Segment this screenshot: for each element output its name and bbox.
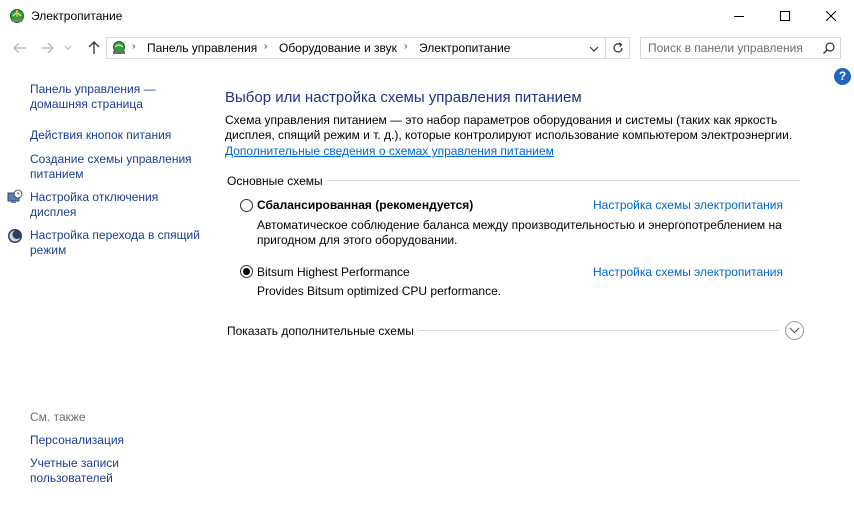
display-timer-icon (7, 189, 23, 203)
plan-radio-bitsum[interactable] (240, 265, 253, 278)
sidebar-link-display-off[interactable]: Настройка отключения дисплея (30, 190, 200, 220)
sleep-moon-icon (8, 229, 22, 243)
search-box[interactable] (640, 37, 841, 59)
sidebar-link-user-accounts[interactable]: Учетные записи пользователей (30, 456, 140, 486)
navigation-bar: › Панель управления › Оборудование и зву… (0, 33, 854, 63)
maximize-button[interactable] (762, 0, 808, 32)
window-title: Электропитание (31, 9, 123, 23)
arrow-right-icon (41, 42, 54, 54)
plan-settings-link-bitsum[interactable]: Настройка схемы электропитания (593, 265, 783, 279)
show-more-plans-label[interactable]: Показать дополнительные схемы (227, 324, 414, 338)
plan-name-bitsum[interactable]: Bitsum Highest Performance (257, 265, 410, 279)
close-icon (826, 11, 836, 21)
divider (418, 330, 779, 331)
address-bar[interactable]: › Панель управления › Оборудование и зву… (106, 37, 606, 59)
refresh-icon (612, 42, 623, 53)
divider (327, 180, 800, 181)
title-bar: Электропитание (0, 0, 854, 32)
minimize-icon (734, 16, 744, 17)
breadcrumb-separator[interactable]: › (264, 41, 267, 52)
more-info-link[interactable]: Дополнительные сведения о схемах управле… (225, 144, 554, 158)
search-icon[interactable] (822, 41, 836, 55)
sidebar-link-power-buttons[interactable]: Действия кнопок питания (30, 128, 200, 143)
plan-radio-balanced[interactable] (240, 199, 253, 212)
help-button[interactable]: ? (834, 68, 851, 85)
chevron-down-icon (789, 327, 800, 334)
back-button[interactable] (11, 39, 29, 57)
sidebar: Панель управления — домашняя страница Де… (0, 63, 205, 507)
chevron-down-icon (64, 45, 72, 50)
sidebar-link-sleep[interactable]: Настройка перехода в спящий режим (30, 228, 200, 258)
up-button[interactable] (85, 39, 103, 57)
arrow-left-icon (13, 42, 26, 54)
sidebar-link-control-panel-home[interactable]: Панель управления — домашняя страница (30, 82, 200, 112)
group-header-main-plans: Основные схемы (227, 174, 323, 188)
expand-more-plans-button[interactable] (785, 321, 804, 340)
power-options-icon (10, 9, 24, 23)
breadcrumb-control-panel[interactable]: Панель управления (147, 41, 257, 55)
breadcrumb-power-options[interactable]: Электропитание (419, 41, 510, 55)
sidebar-link-create-plan[interactable]: Создание схемы управления питанием (30, 152, 200, 182)
sidebar-link-personalization[interactable]: Персонализация (30, 433, 200, 448)
plan-description-bitsum: Provides Bitsum optimized CPU performanc… (257, 284, 502, 298)
plan-description-balanced: Автоматическое соблюдение баланса между … (257, 218, 782, 247)
search-input[interactable] (641, 38, 817, 58)
breadcrumb-separator[interactable]: › (404, 41, 407, 52)
refresh-button[interactable] (606, 37, 630, 59)
plan-settings-link-balanced[interactable]: Настройка схемы электропитания (593, 198, 783, 212)
page-title: Выбор или настройка схемы управления пит… (225, 89, 582, 106)
maximize-icon (780, 11, 790, 21)
page-description: Схема управления питанием — это набор па… (225, 113, 793, 142)
arrow-up-icon (88, 41, 100, 54)
breadcrumb-hardware-and-sound[interactable]: Оборудование и звук (279, 41, 397, 55)
control-panel-icon (113, 41, 125, 54)
forward-button[interactable] (38, 39, 56, 57)
breadcrumb-separator: › (132, 41, 136, 52)
recent-locations-button[interactable] (62, 39, 74, 57)
close-button[interactable] (808, 0, 854, 32)
address-dropdown-icon[interactable] (587, 42, 601, 56)
minimize-button[interactable] (716, 0, 762, 32)
see-also-label: См. также (30, 410, 86, 424)
plan-name-balanced[interactable]: Сбалансированная (рекомендуется) (257, 198, 473, 212)
